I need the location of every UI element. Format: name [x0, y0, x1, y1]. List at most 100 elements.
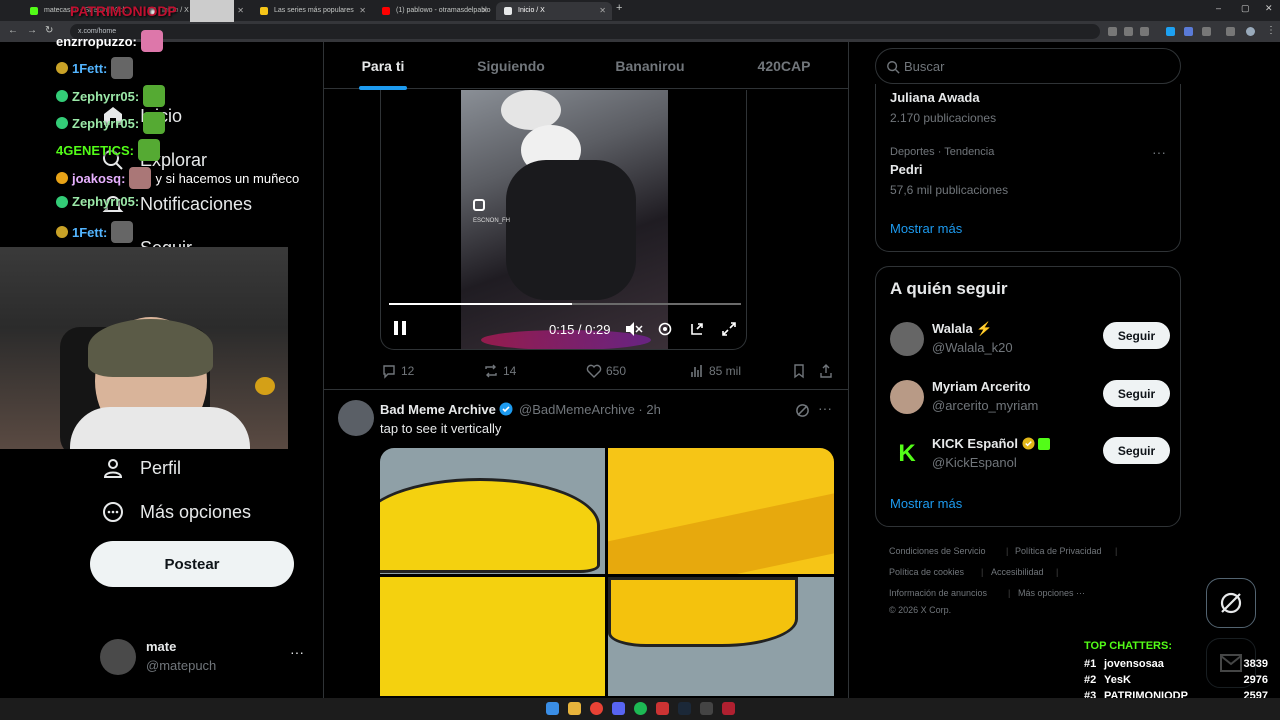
app-icon[interactable] [656, 702, 669, 715]
tab-420cap[interactable]: 420CAP [720, 42, 848, 89]
trend-item[interactable]: Juliana Awada 2.170 publicaciones [890, 90, 996, 125]
show-more-link[interactable]: Mostrar más [890, 221, 962, 236]
pause-icon[interactable] [393, 320, 407, 339]
browser-tab-active[interactable]: Inicio / X ✕ [496, 2, 612, 20]
follow-suggestion[interactable]: Walala ⚡ @Walala_k20 Seguir [890, 317, 1170, 363]
footer-more-link[interactable]: Más opciones ··· [1018, 588, 1085, 598]
heart-icon [586, 364, 602, 378]
follow-button[interactable]: Seguir [1103, 380, 1170, 407]
chat-user: Zephyrr05: [72, 194, 140, 209]
emote-icon [140, 30, 163, 52]
reply-icon [383, 365, 395, 379]
chrome-icon[interactable] [590, 702, 603, 715]
close-icon[interactable]: ✕ [599, 2, 606, 20]
share-button[interactable] [818, 363, 838, 379]
bookmark-button[interactable] [791, 363, 811, 379]
back-icon[interactable]: ← [8, 25, 18, 36]
nav-more-options[interactable]: Más opciones [100, 496, 251, 528]
bookmark-star-icon[interactable] [1140, 27, 1149, 36]
maximize-icon[interactable]: ▢ [1241, 3, 1250, 14]
footer-cookies-link[interactable]: Política de cookies [889, 567, 964, 577]
more-dots-icon[interactable]: ··· [290, 644, 304, 660]
spotify-icon[interactable] [634, 702, 647, 715]
footer-separator: | [981, 567, 984, 577]
suggestion-handle: @arcerito_myriam [932, 398, 1039, 413]
image-shape [608, 577, 798, 647]
views-button[interactable]: 85 mil [689, 363, 741, 379]
extension-icon[interactable] [1108, 27, 1117, 36]
footer-accessibility-link[interactable]: Accesibilidad [991, 567, 1044, 577]
tab-siguiendo[interactable]: Siguiendo [442, 42, 580, 89]
forward-icon[interactable]: → [27, 25, 37, 36]
profile-avatar-icon[interactable] [1246, 27, 1255, 36]
tab-para-ti[interactable]: Para ti [324, 42, 442, 89]
avatar[interactable] [338, 400, 374, 436]
follow-suggestion[interactable]: K KICK Español @KickEspanol Seguir [890, 432, 1170, 478]
grok-icon[interactable] [795, 403, 810, 423]
close-icon[interactable]: ✕ [359, 2, 366, 20]
trend-item[interactable]: Deportes · Tendencia Pedri 57,6 mil publ… [890, 146, 1008, 197]
close-icon[interactable]: ✕ [481, 2, 488, 20]
more-dots-icon[interactable]: ··· [1152, 144, 1166, 160]
tweet-author-name[interactable]: Bad Meme Archive [380, 402, 513, 417]
nav-more-label: Más opciones [140, 501, 252, 522]
reload-icon[interactable]: ↻ [45, 25, 53, 36]
obs-icon[interactable] [722, 702, 735, 715]
tweet-image-grid[interactable] [380, 448, 834, 696]
tweet-image[interactable] [380, 577, 605, 696]
browser-menu-icon[interactable]: ⋮ [1266, 25, 1276, 36]
search-input[interactable]: Buscar [875, 48, 1181, 84]
badge-icon [56, 195, 68, 208]
account-switcher[interactable]: mate @matepuch ··· [100, 636, 310, 680]
discord-icon[interactable] [612, 702, 625, 715]
settings-gear-icon[interactable] [657, 321, 673, 340]
footer-privacy-link[interactable]: Política de Privacidad [1015, 546, 1102, 556]
chatter-count: 3839 [1243, 658, 1268, 670]
reply-button[interactable]: 12 [381, 363, 414, 379]
divider [324, 389, 848, 390]
nav-profile[interactable]: Perfil [100, 452, 181, 484]
tab-bananirou[interactable]: Bananirou [580, 42, 720, 89]
mute-icon[interactable] [625, 321, 643, 340]
fullscreen-icon[interactable] [721, 321, 737, 340]
tweet-image[interactable] [608, 577, 834, 696]
new-tab-button[interactable]: + [616, 2, 622, 14]
app-icon[interactable] [700, 702, 713, 715]
tweet-image[interactable] [380, 448, 605, 574]
chat-message: y si hacemos un muñeco [155, 170, 300, 186]
follow-suggestion[interactable]: Myriam Arcerito @arcerito_myriam Seguir [890, 375, 1170, 421]
sidebar-icon[interactable] [1226, 27, 1235, 36]
extension-icon[interactable] [1184, 27, 1193, 36]
picture-in-picture-icon[interactable] [689, 321, 705, 340]
extension-icon[interactable] [1124, 27, 1133, 36]
search-icon [887, 61, 900, 74]
footer-separator: | [1006, 546, 1009, 556]
more-dots-icon[interactable]: ··· [818, 400, 832, 416]
close-icon[interactable]: ✕ [237, 2, 244, 20]
browser-tab[interactable]: Las series más populares ✕ [252, 2, 372, 20]
grok-button[interactable] [1206, 578, 1256, 628]
post-button[interactable]: Postear [90, 541, 294, 587]
url-field[interactable]: x.com/home [70, 24, 1100, 39]
follow-button[interactable]: Seguir [1103, 322, 1170, 349]
extensions-puzzle-icon[interactable] [1202, 27, 1211, 36]
suggestion-name: KICK Español [932, 436, 1018, 451]
footer-ads-link[interactable]: Información de anuncios [889, 588, 987, 598]
windows-start-icon[interactable] [546, 702, 559, 715]
browser-tab[interactable]: (1) pablowo - otramasdelpablo ✕ [374, 2, 494, 20]
extension-icon[interactable] [1166, 27, 1175, 36]
show-more-link[interactable]: Mostrar más [890, 496, 962, 511]
follow-button[interactable]: Seguir [1103, 437, 1170, 464]
avatar [100, 639, 136, 675]
repost-button[interactable]: 14 [483, 363, 516, 379]
file-explorer-icon[interactable] [568, 702, 581, 715]
footer-terms-link[interactable]: Condiciones de Servicio [889, 546, 986, 556]
video-player[interactable]: ESCNON_FH 0:15 / 0:29 [380, 90, 747, 350]
tweet-author-handle[interactable]: @BadMemeArchive · 2h [519, 402, 661, 417]
minimize-icon[interactable]: – [1216, 3, 1221, 13]
like-button[interactable]: 650 [586, 363, 626, 379]
close-window-icon[interactable]: ✕ [1265, 3, 1273, 14]
video-progress-track[interactable] [389, 303, 741, 305]
tweet-image[interactable] [608, 448, 834, 574]
steam-icon[interactable] [678, 702, 691, 715]
